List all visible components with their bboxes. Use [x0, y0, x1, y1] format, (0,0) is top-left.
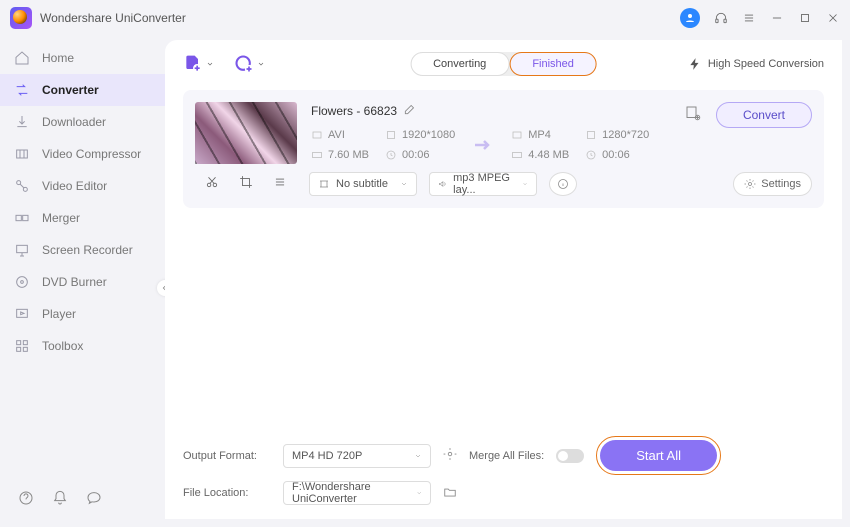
sidebar-item-merger[interactable]: Merger — [0, 202, 165, 234]
sidebar-item-home[interactable]: Home — [0, 42, 165, 74]
user-avatar[interactable] — [680, 8, 700, 28]
audio-select[interactable]: mp3 MPEG lay... — [429, 172, 537, 196]
edit-name-icon[interactable] — [403, 102, 417, 119]
list-icon[interactable] — [273, 175, 287, 194]
hsc-label: High Speed Conversion — [708, 58, 824, 70]
sidebar: Home Converter Downloader Video Compress… — [0, 36, 165, 527]
menu-icon[interactable] — [742, 11, 756, 25]
sidebar-item-label: Downloader — [42, 115, 106, 129]
sidebar-item-player[interactable]: Player — [0, 298, 165, 330]
window-close[interactable] — [826, 11, 840, 25]
sidebar-item-label: Screen Recorder — [42, 243, 133, 257]
sidebar-item-label: Merger — [42, 211, 80, 225]
sidebar-item-compressor[interactable]: Video Compressor — [0, 138, 165, 170]
headset-icon[interactable] — [714, 11, 728, 25]
file-name: Flowers - 66823 — [311, 104, 397, 118]
start-all-highlight: Start All — [596, 436, 721, 475]
add-url-button[interactable] — [234, 54, 265, 74]
sidebar-item-label: Player — [42, 307, 76, 321]
src-resolution: 1920*1080 — [402, 129, 455, 141]
merge-toggle[interactable] — [556, 449, 584, 463]
start-all-button[interactable]: Start All — [600, 440, 717, 471]
video-thumbnail[interactable] — [195, 102, 297, 164]
app-logo — [10, 7, 32, 29]
src-format: AVI — [328, 129, 345, 141]
status-tabs: Converting Finished — [410, 52, 597, 76]
main-panel: Converting Finished High Speed Conversio… — [165, 40, 842, 519]
sidebar-item-label: Converter — [42, 83, 99, 97]
window-minimize[interactable] — [770, 11, 784, 25]
settings-label: Settings — [761, 178, 801, 190]
src-duration: 00:06 — [402, 149, 430, 161]
file-card: Flowers - 66823 AVI 7.60 MB 1920*1080 00… — [183, 90, 824, 208]
format-settings-icon[interactable] — [443, 447, 457, 464]
sidebar-item-label: Video Compressor — [42, 147, 141, 161]
sidebar-item-label: Home — [42, 51, 74, 65]
sidebar-item-label: DVD Burner — [42, 275, 107, 289]
crop-icon[interactable] — [239, 175, 253, 194]
preset-icon[interactable] — [684, 104, 702, 127]
add-file-button[interactable] — [183, 54, 214, 74]
file-location-value: F:\Wondershare UniConverter — [292, 481, 410, 505]
trim-icon[interactable] — [205, 175, 219, 194]
subtitle-select[interactable]: No subtitle — [309, 172, 417, 196]
sidebar-item-editor[interactable]: Video Editor — [0, 170, 165, 202]
feedback-icon[interactable] — [86, 490, 102, 511]
help-icon[interactable] — [18, 490, 34, 511]
sidebar-item-converter[interactable]: Converter — [0, 74, 165, 106]
src-size: 7.60 MB — [328, 149, 369, 161]
sidebar-item-toolbox[interactable]: Toolbox — [0, 330, 165, 362]
window-maximize[interactable] — [798, 11, 812, 25]
dst-format: MP4 — [528, 129, 551, 141]
open-folder-icon[interactable] — [443, 485, 457, 502]
sidebar-item-label: Video Editor — [42, 179, 107, 193]
info-button[interactable] — [549, 172, 577, 196]
arrow-icon — [471, 133, 495, 157]
tab-finished[interactable]: Finished — [509, 52, 597, 76]
audio-value: mp3 MPEG lay... — [453, 172, 516, 196]
app-title: Wondershare UniConverter — [40, 11, 186, 25]
subtitle-value: No subtitle — [336, 178, 388, 190]
tab-converting[interactable]: Converting — [410, 52, 509, 76]
output-format-select[interactable]: MP4 HD 720P — [283, 444, 431, 468]
file-location-select[interactable]: F:\Wondershare UniConverter — [283, 481, 431, 505]
sidebar-item-recorder[interactable]: Screen Recorder — [0, 234, 165, 266]
settings-button[interactable]: Settings — [733, 172, 812, 196]
sidebar-item-dvd[interactable]: DVD Burner — [0, 266, 165, 298]
sidebar-item-downloader[interactable]: Downloader — [0, 106, 165, 138]
output-format-label: Output Format: — [183, 450, 271, 462]
dst-resolution: 1280*720 — [602, 129, 649, 141]
convert-button[interactable]: Convert — [716, 102, 812, 128]
output-format-value: MP4 HD 720P — [292, 450, 362, 462]
dst-duration: 00:06 — [602, 149, 630, 161]
file-location-label: File Location: — [183, 487, 271, 499]
merge-label: Merge All Files: — [469, 450, 544, 462]
sidebar-item-label: Toolbox — [42, 339, 83, 353]
high-speed-toggle[interactable]: High Speed Conversion — [688, 57, 824, 71]
dst-size: 4.48 MB — [528, 149, 569, 161]
titlebar: Wondershare UniConverter — [0, 0, 850, 36]
bell-icon[interactable] — [52, 490, 68, 511]
